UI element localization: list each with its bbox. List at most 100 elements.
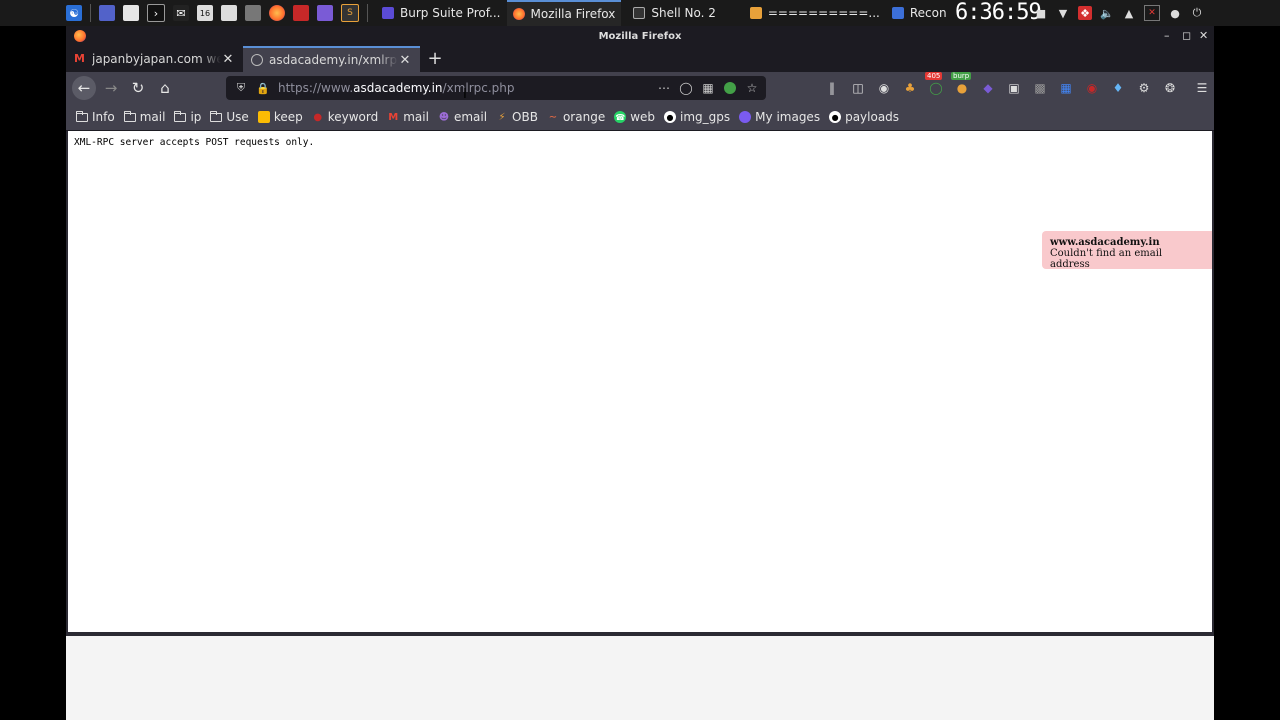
bookmark-folder-ip[interactable]: ip (174, 110, 201, 124)
bookmark-label: keep (273, 110, 303, 124)
terminal-icon (633, 7, 646, 19)
bookmark-label: img_gps (680, 110, 731, 124)
calendar-icon[interactable]: 16 (197, 5, 213, 21)
task-firefox[interactable]: Mozilla Firefox (506, 0, 622, 26)
bookmark-folder-use[interactable]: Use (210, 110, 249, 124)
screenshot-icon[interactable] (293, 5, 309, 21)
burp-proxy-icon[interactable]: ● burp (951, 72, 972, 97)
extension-blue-icon[interactable]: ♦ (1109, 79, 1127, 97)
tab-strip: M japanbyjapan.com websit ✕ asdacademy.i… (66, 46, 1214, 72)
home-button[interactable]: ⌂ (153, 76, 177, 100)
settings-gear-icon[interactable]: ⚙ (1135, 79, 1153, 97)
bookmark-folder-info[interactable]: Info (76, 110, 115, 124)
translate-icon[interactable]: ▦ (700, 80, 716, 96)
back-button[interactable]: ← (72, 76, 96, 100)
file-manager-icon[interactable] (123, 5, 139, 21)
bookmark-label: mail (403, 110, 429, 124)
close-window-button[interactable]: ✕ (1199, 29, 1208, 42)
wappalyzer-icon[interactable]: ◆ (979, 79, 997, 97)
app-menu-icon[interactable]: ☰ (1193, 79, 1211, 97)
extension-notification[interactable]: www.asdacademy.in Couldn't find an email… (1042, 231, 1212, 270)
notification-message: Couldn't find an email address (1050, 248, 1163, 270)
tab-label: asdacademy.in/xmlrpc.ph (269, 53, 398, 67)
desktop-taskbar: ☯ › ✉ 16 S Burp Suite Prof... Mozilla Fi… (0, 0, 1280, 26)
page-actions-icon[interactable]: ⋯ (656, 80, 672, 96)
orange-icon: ∼ (548, 111, 558, 123)
task-label: Burp Suite Prof... (400, 6, 501, 20)
bookmark-orange[interactable]: ∼ orange (547, 110, 605, 124)
close-tab-icon[interactable]: ✕ (221, 52, 235, 67)
power-icon[interactable]: ⏻ (1190, 6, 1204, 20)
proxy-switch-icon[interactable]: ▩ (1031, 79, 1049, 97)
bookmark-obb[interactable]: ⚡ OBB (496, 110, 538, 124)
terminal-icon[interactable]: › (147, 4, 165, 22)
tab-asdacademy[interactable]: asdacademy.in/xmlrpc.ph ✕ (243, 46, 420, 72)
bookmark-img-gps[interactable]: ● img_gps (664, 110, 730, 124)
ublock-icon[interactable]: ◉ (1083, 79, 1101, 97)
bookmark-gmail[interactable]: Mmail (387, 110, 429, 124)
bookmark-star-icon[interactable]: ☆ (744, 80, 760, 96)
sidebar-icon[interactable]: ◫ (849, 79, 867, 97)
maximize-button[interactable]: ◻ (1182, 29, 1191, 42)
task-recon[interactable]: Recon (886, 0, 953, 26)
new-tab-button[interactable]: + (422, 46, 448, 72)
bookmark-label: email (453, 110, 488, 124)
vpn-icon[interactable]: ❖ (1078, 6, 1092, 20)
bookmark-my-images[interactable]: My images (739, 110, 820, 124)
sublime-icon[interactable]: S (341, 4, 359, 22)
mail-icon[interactable]: ✉ (173, 5, 189, 21)
burp-icon (382, 7, 394, 19)
page-content: XML-RPC server accepts POST requests onl… (68, 131, 1212, 632)
url-bar[interactable]: ⛨ 🔒 https://www.asdacademy.in/xmlrpc.php… (226, 76, 766, 100)
firefox-launcher-icon[interactable] (269, 5, 285, 21)
whatsapp-icon: ☎ (614, 111, 627, 123)
task-shell[interactable]: Shell No. 2 (627, 0, 721, 26)
status-extension-icon[interactable]: ◯ 405 (925, 72, 945, 97)
bookmark-payloads[interactable]: ● payloads (829, 110, 899, 124)
minimize-button[interactable]: – (1164, 29, 1170, 42)
screenshot-extension-icon[interactable]: ▣ (1005, 79, 1023, 97)
taskbar-separator (367, 4, 368, 22)
pocket-icon[interactable]: ◯ (678, 80, 694, 96)
github-icon: ● (829, 111, 842, 123)
obb-icon: ⚡ (498, 111, 506, 123)
folder-icon (123, 110, 136, 123)
wifi-icon[interactable]: ▼ (1056, 6, 1070, 20)
notes-icon[interactable] (221, 5, 237, 21)
volume-icon[interactable]: 🔈 (1100, 6, 1114, 20)
camera-icon[interactable]: ■ (1034, 6, 1048, 20)
bookmark-email[interactable]: ☻ email (438, 110, 487, 124)
kali-menu-icon[interactable]: ☯ (66, 5, 82, 21)
apps-icon[interactable] (245, 5, 261, 21)
folder-icon (210, 110, 223, 123)
cookie-extension-icon[interactable]: ♣ (901, 79, 919, 97)
forward-button[interactable]: → (99, 76, 123, 100)
close-tab-icon[interactable]: ✕ (398, 53, 412, 68)
bookmark-folder-mail[interactable]: mail (123, 110, 165, 124)
notifications-icon[interactable]: ▲ (1122, 6, 1136, 20)
bookmark-keep[interactable]: keep (257, 110, 303, 124)
translate-extension-icon[interactable]: ▦ (1057, 79, 1075, 97)
bookmark-whatsapp-web[interactable]: ☎ web (614, 110, 655, 124)
power-manager-icon[interactable]: ✕ (1144, 5, 1160, 21)
show-desktop-icon[interactable] (99, 5, 115, 21)
gmail-icon: M (388, 111, 399, 123)
library-icon[interactable]: ‖ (823, 79, 841, 97)
lock-icon[interactable]: ● (1168, 6, 1182, 20)
recorder-icon[interactable] (317, 5, 333, 21)
task-editor[interactable]: ==========... (744, 0, 886, 26)
reload-button[interactable]: ↻ (126, 76, 150, 100)
taskbar-separator (90, 4, 91, 22)
github-icon: ● (664, 111, 677, 123)
task-label: Recon (909, 6, 947, 20)
text-cursor-icon: I (463, 87, 467, 102)
tab-japanbyjapan[interactable]: M japanbyjapan.com websit ✕ (66, 46, 243, 72)
bookmark-keyword[interactable]: ● keyword (312, 110, 378, 124)
task-burp-suite[interactable]: Burp Suite Prof... (376, 0, 507, 26)
account-icon[interactable]: ◉ (875, 79, 893, 97)
extension-green-icon[interactable] (722, 80, 738, 96)
lock-icon[interactable]: 🔒 (256, 81, 270, 95)
hacktools-icon[interactable]: ❂ (1161, 79, 1179, 97)
tracking-shield-icon[interactable]: ⛨ (234, 81, 248, 95)
extensions-toolbar: ‖ ◫ ◉ ♣ ◯ 405 ● burp ◆ ▣ ▩ ▦ ◉ ♦ ⚙ ❂ ☰ (823, 72, 1219, 104)
